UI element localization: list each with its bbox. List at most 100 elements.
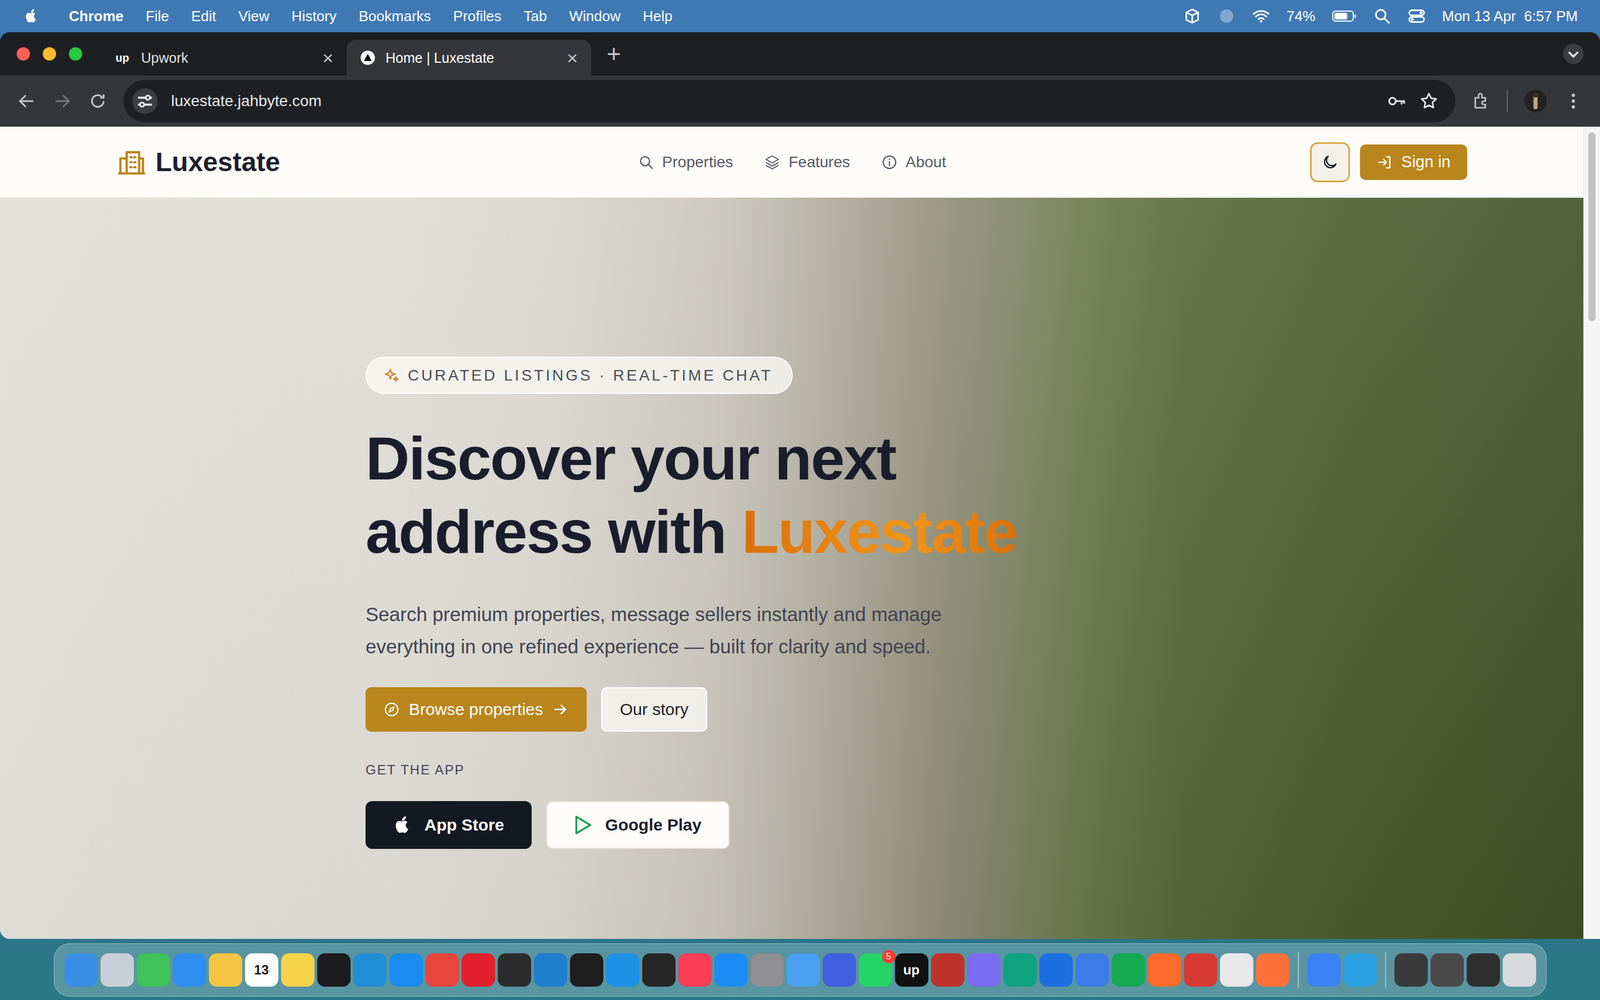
browser-tab[interactable]: Home | Luxestate × xyxy=(346,40,592,76)
nav-link[interactable]: About xyxy=(881,153,947,172)
dock-app-icon[interactable]: 5 xyxy=(858,953,893,987)
dock-app-icon[interactable] xyxy=(1502,953,1537,987)
menu-item[interactable]: Edit xyxy=(191,7,217,25)
dock-app-icon[interactable] xyxy=(1147,953,1182,987)
dock-app-icon[interactable] xyxy=(136,953,170,987)
upwork-status-icon[interactable] xyxy=(1217,7,1236,25)
browser-tab[interactable]: up Upwork × xyxy=(102,40,347,76)
dock-app-icon[interactable] xyxy=(642,953,676,987)
address-bar[interactable]: luxestate.jahbyte.com xyxy=(123,80,1456,123)
brand-logo[interactable]: Luxestate xyxy=(116,146,638,178)
menu-item[interactable]: View xyxy=(238,7,270,25)
dock-separator xyxy=(1297,952,1299,988)
dock-app-icon[interactable] xyxy=(750,953,784,987)
forward-icon[interactable] xyxy=(52,91,73,112)
title-line: address with Luxestate xyxy=(365,495,1018,569)
dock-app-icon[interactable] xyxy=(678,953,712,987)
dock-app-icon[interactable] xyxy=(100,953,134,987)
dock-app-icon[interactable] xyxy=(208,953,243,987)
desktop: Chrome File Edit View History Bookmarks Profi… xyxy=(0,0,1600,1000)
scroll-thumb[interactable] xyxy=(1588,132,1596,322)
dock-app-icon[interactable] xyxy=(1075,953,1109,987)
search-icon[interactable] xyxy=(1373,7,1392,25)
tab-strip: up Upwork × Home | Luxestate × + xyxy=(0,32,1600,76)
dock-app-icon[interactable] xyxy=(822,953,857,987)
zoom-button[interactable] xyxy=(68,47,83,61)
extensions-icon[interactable] xyxy=(1471,91,1492,112)
dock-app-icon[interactable] xyxy=(533,953,568,987)
nav-link[interactable]: Features xyxy=(763,153,850,172)
dock-app-icon[interactable] xyxy=(1039,953,1073,987)
dock-app-icon[interactable] xyxy=(1466,953,1500,987)
house-photo xyxy=(0,197,1584,939)
dock-app-icon[interactable] xyxy=(497,953,532,987)
dock-app-icon[interactable] xyxy=(1111,953,1145,987)
dock-app-icon[interactable] xyxy=(353,953,387,987)
menu-item[interactable]: Window xyxy=(568,7,620,25)
dock-app-icon[interactable] xyxy=(425,953,459,987)
menu-item[interactable]: File xyxy=(145,7,169,25)
menu-item[interactable]: Help xyxy=(642,7,673,25)
url-text[interactable]: luxestate.jahbyte.com xyxy=(171,92,322,110)
dock-app-icon[interactable] xyxy=(64,953,98,987)
tab-close-button[interactable]: × xyxy=(566,48,578,68)
tab-search-icon[interactable] xyxy=(1562,42,1585,65)
menu-item[interactable]: History xyxy=(291,7,337,25)
dock-app-icon[interactable] xyxy=(1430,953,1464,987)
our-story-button[interactable]: Our story xyxy=(601,687,708,732)
hero: CURATED LISTINGS · REAL-TIME CHAT Discov… xyxy=(0,197,1584,939)
close-window-button[interactable] xyxy=(16,47,30,61)
dock-app-icon[interactable] xyxy=(1343,953,1377,987)
reload-icon[interactable] xyxy=(87,91,108,112)
clock[interactable]: Mon 13 Apr 6:57 PM xyxy=(1442,7,1578,25)
dock-app-icon[interactable] xyxy=(1003,953,1037,987)
arrow-right-icon xyxy=(552,701,569,718)
button-label: Browse properties xyxy=(408,700,544,719)
dock-app-icon[interactable]: 13 xyxy=(245,953,279,987)
bookmark-star-icon[interactable] xyxy=(1418,91,1439,112)
scrollbar[interactable] xyxy=(1583,126,1600,939)
battery-icon[interactable] xyxy=(1332,10,1357,23)
store-button[interactable]: App Store xyxy=(365,801,532,849)
chrome-menu-icon[interactable] xyxy=(1563,91,1584,112)
get-app-label: GET THE APP xyxy=(365,762,465,778)
dock-app-icon[interactable] xyxy=(172,953,207,987)
menu-item[interactable]: Profiles xyxy=(453,7,502,25)
dock-app-icon[interactable] xyxy=(967,953,1001,987)
site-settings-icon[interactable] xyxy=(131,87,159,115)
theme-toggle[interactable] xyxy=(1310,142,1350,183)
dock-app-icon[interactable] xyxy=(1183,953,1218,987)
dock-app-icon[interactable] xyxy=(931,953,965,987)
dock-app-icon[interactable] xyxy=(786,953,820,987)
dock-app-icon[interactable]: up xyxy=(895,953,929,987)
menu-item[interactable]: Tab xyxy=(523,7,548,25)
dock-app-icon[interactable] xyxy=(1220,953,1254,987)
key-icon[interactable] xyxy=(1386,91,1407,112)
menu-item[interactable]: Bookmarks xyxy=(358,7,432,25)
dock-app-icon[interactable] xyxy=(570,953,604,987)
profile-avatar-icon[interactable] xyxy=(1523,88,1548,114)
dock-app-icon[interactable] xyxy=(1256,953,1290,987)
dock-app-icon[interactable] xyxy=(389,953,423,987)
apple-icon xyxy=(391,813,414,837)
store-button[interactable]: Google Play xyxy=(546,801,729,849)
minimize-button[interactable] xyxy=(42,47,57,61)
back-icon[interactable] xyxy=(16,91,37,112)
dock-app-icon[interactable] xyxy=(317,953,351,987)
dock-app-icon[interactable] xyxy=(1307,953,1341,987)
nav-link[interactable]: Properties xyxy=(637,153,734,172)
dock-app-icon[interactable] xyxy=(606,953,640,987)
apple-icon[interactable] xyxy=(22,7,40,25)
sign-in-button[interactable]: Sign in xyxy=(1360,144,1468,180)
dock-app-icon[interactable] xyxy=(461,953,495,987)
browse-properties-button[interactable]: Browse properties xyxy=(365,687,587,732)
dock-app-icon[interactable] xyxy=(281,953,315,987)
dock-app-icon[interactable] xyxy=(714,953,748,987)
control-center-icon[interactable] xyxy=(1407,7,1426,25)
wifi-icon[interactable] xyxy=(1252,7,1270,25)
dock-app-icon[interactable] xyxy=(1394,953,1428,987)
tab-close-button[interactable]: × xyxy=(322,48,334,68)
app-menu[interactable]: Chrome xyxy=(68,7,124,25)
box-icon[interactable] xyxy=(1183,7,1202,25)
new-tab-button[interactable]: + xyxy=(591,41,637,67)
